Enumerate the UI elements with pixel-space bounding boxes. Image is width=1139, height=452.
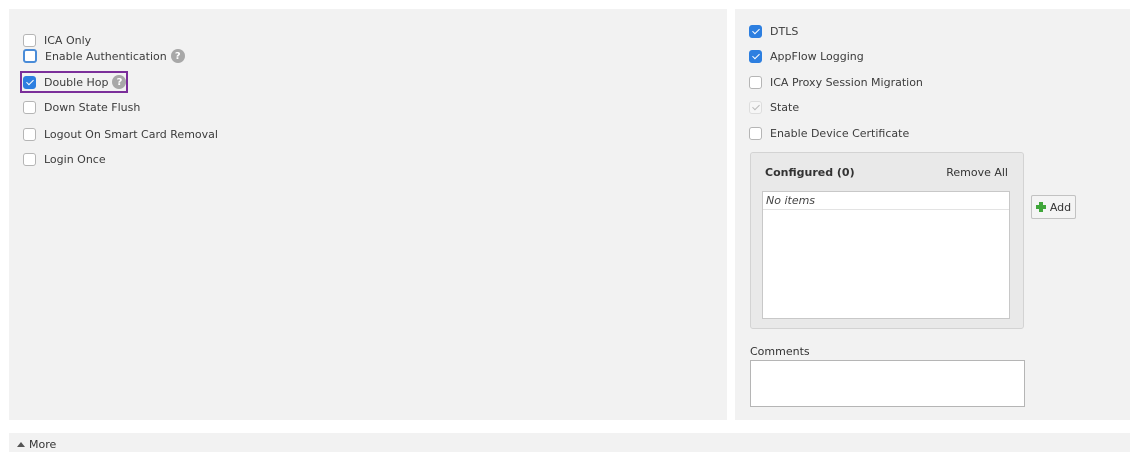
logout-on-smart-card-removal-label: Logout On Smart Card Removal xyxy=(44,127,218,141)
configured-certificates-box: Configured (0) Remove All No items xyxy=(750,152,1024,329)
ica-only-checkbox[interactable] xyxy=(23,33,36,47)
comments-label: Comments xyxy=(750,345,810,358)
plus-icon xyxy=(1035,202,1046,212)
down-state-flush-checkbox[interactable] xyxy=(23,100,36,114)
triangle-up-icon xyxy=(17,442,25,447)
enable-authentication-label: Enable Authentication xyxy=(45,49,167,63)
logout-on-smart-card-removal-option[interactable]: Logout On Smart Card Removal xyxy=(23,125,218,143)
login-once-option[interactable]: Login Once xyxy=(23,150,106,168)
remove-all-link[interactable]: Remove All xyxy=(946,166,1008,179)
more-bar: More xyxy=(9,433,1130,452)
add-button-label: Add xyxy=(1049,200,1072,214)
enable-authentication-checkbox[interactable] xyxy=(23,49,37,63)
login-once-checkbox[interactable] xyxy=(23,152,36,166)
enable-device-certificate-label: Enable Device Certificate xyxy=(770,126,910,140)
appflow-logging-label: AppFlow Logging xyxy=(770,49,864,63)
double-hop-highlight xyxy=(20,71,128,93)
down-state-flush-option[interactable]: Down State Flush xyxy=(23,98,140,116)
state-option: State xyxy=(749,98,799,116)
add-button[interactable]: Add xyxy=(1031,195,1076,219)
appflow-logging-option[interactable]: AppFlow Logging xyxy=(749,47,864,65)
dtls-checkbox[interactable] xyxy=(749,24,762,38)
state-checkbox xyxy=(749,100,762,114)
comments-textarea[interactable] xyxy=(750,360,1025,407)
more-toggle[interactable]: More xyxy=(17,438,56,451)
login-once-label: Login Once xyxy=(44,152,106,166)
ica-proxy-session-migration-checkbox[interactable] xyxy=(749,75,762,89)
enable-device-certificate-checkbox[interactable] xyxy=(749,126,762,140)
ica-only-label: ICA Only xyxy=(44,33,92,47)
help-icon[interactable]: ? xyxy=(170,49,185,63)
ica-proxy-session-migration-label: ICA Proxy Session Migration xyxy=(770,75,923,89)
no-items-text: No items xyxy=(763,192,1009,210)
enable-authentication-option[interactable]: Enable Authentication ? xyxy=(23,47,185,65)
down-state-flush-label: Down State Flush xyxy=(44,100,141,114)
logout-on-smart-card-removal-checkbox[interactable] xyxy=(23,127,36,141)
enable-device-certificate-option[interactable]: Enable Device Certificate xyxy=(749,124,909,142)
ica-proxy-session-migration-option[interactable]: ICA Proxy Session Migration xyxy=(749,73,923,91)
dtls-label: DTLS xyxy=(770,24,799,38)
configured-title: Configured (0) xyxy=(765,166,855,179)
dtls-option[interactable]: DTLS xyxy=(749,22,798,40)
appflow-logging-checkbox[interactable] xyxy=(749,49,762,63)
state-label: State xyxy=(770,100,800,114)
more-label: More xyxy=(29,438,57,451)
configured-items-list[interactable]: No items xyxy=(762,191,1010,319)
